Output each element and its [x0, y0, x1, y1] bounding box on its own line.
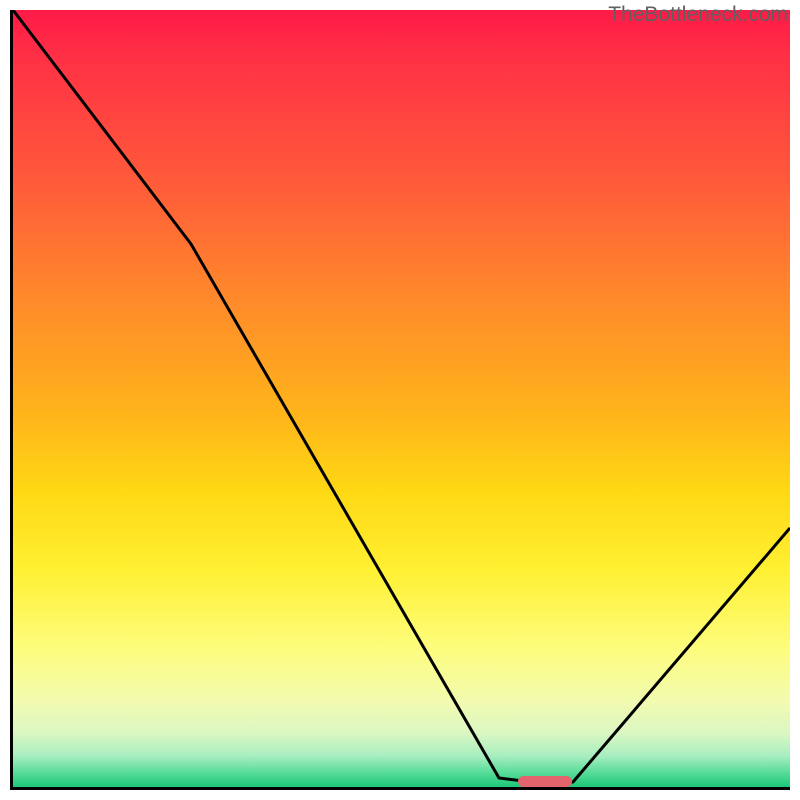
optimal-range-marker	[518, 776, 572, 787]
bottleneck-curve	[13, 10, 790, 787]
curve-path	[13, 10, 790, 784]
chart-frame	[10, 10, 790, 790]
watermark-text: TheBottleneck.com	[608, 3, 788, 27]
